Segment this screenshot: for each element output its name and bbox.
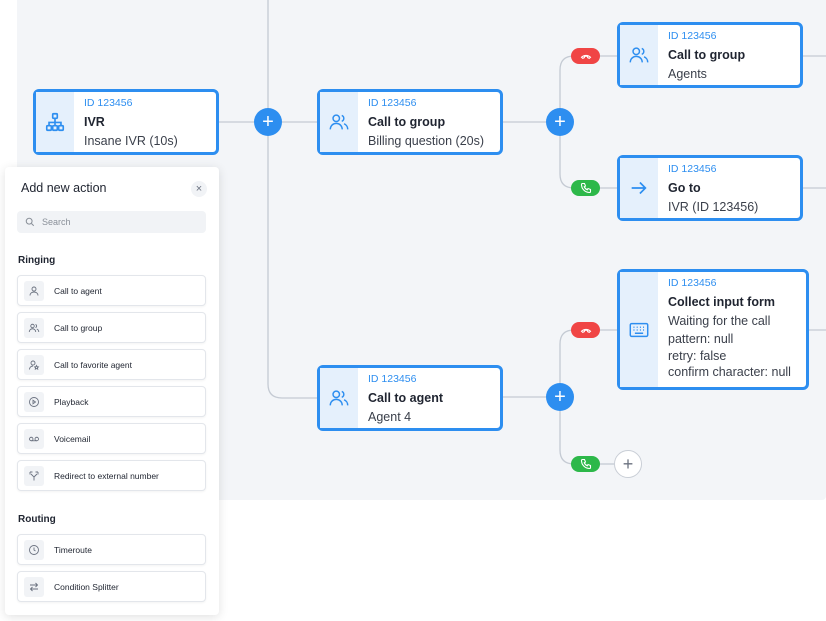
node-detail: retry: false [668,349,727,363]
phone-hangup-icon [580,328,591,334]
add-step-button[interactable]: + [546,383,574,411]
action-label: Call to group [54,322,103,333]
action-label: Condition Splitter [54,581,119,592]
node-id: ID 123456 [368,97,417,109]
node-detail: confirm character: null [668,365,791,379]
ivr-icon [36,92,74,152]
node-id: ID 123456 [84,97,133,109]
action-label: Timeroute [54,544,92,555]
add-step-button[interactable]: + [546,108,574,136]
action-call-to-group[interactable]: Call to group [17,312,206,343]
node-title: Call to group [368,115,446,129]
node-call-to-agent[interactable]: ID 123456 Call to agent Agent 4 [317,365,503,431]
call-answered-branch[interactable] [571,180,600,196]
action-call-to-favorite-agent[interactable]: Call to favorite agent [17,349,206,380]
keyboard-icon [620,272,658,387]
search-input[interactable] [40,216,204,228]
users-icon [24,317,44,338]
users-icon [320,92,358,152]
call-answered-branch[interactable] [571,456,600,472]
play-icon [24,391,44,412]
node-call-to-group-billing[interactable]: ID 123456 Call to group Billing question… [317,89,503,155]
action-label: Call to agent [54,285,102,296]
node-title: Collect input form [668,295,775,309]
search-icon [25,217,35,227]
action-condition-splitter[interactable]: Condition Splitter [17,571,206,602]
action-timeroute[interactable]: Timeroute [17,534,206,565]
action-label: Playback [54,396,89,407]
arrow-right-icon [620,158,658,218]
panel-title: Add new action [21,181,107,195]
node-call-to-group-agents[interactable]: ID 123456 Call to group Agents [617,22,803,88]
node-subtitle: Agent 4 [368,410,412,424]
node-id: ID 123456 [668,30,717,42]
add-step-button[interactable]: + [254,108,282,136]
node-title: Go to [668,181,701,195]
splitter-icon [24,576,44,597]
node-subtitle: Billing question (20s) [368,134,485,148]
call-declined-branch[interactable] [571,322,600,338]
node-subtitle: IVR (ID 123456) [668,200,759,214]
users-icon [320,368,358,428]
redirect-icon [24,465,44,486]
action-label: Call to favorite agent [54,359,132,370]
close-icon: × [195,183,203,195]
search-box[interactable] [17,211,206,233]
node-id: ID 123456 [668,277,717,289]
voicemail-icon [24,428,44,449]
node-title: Call to group [668,48,746,62]
close-panel-button[interactable]: × [191,181,207,197]
action-voicemail[interactable]: Voicemail [17,423,206,454]
section-routing: Routing [18,514,56,525]
add-action-panel: Add new action × Ringing Call to agent C… [5,167,219,615]
add-empty-step-button[interactable]: + [614,450,642,478]
node-detail: pattern: null [668,332,734,346]
users-icon [620,25,658,85]
node-ivr[interactable]: ID 123456 IVR Insane IVR (10s) [33,89,219,155]
action-redirect-external-number[interactable]: Redirect to external number [17,460,206,491]
node-subtitle: Agents [668,67,707,81]
node-id: ID 123456 [668,163,717,175]
node-title: IVR [84,115,105,129]
clock-icon [24,539,44,560]
node-collect-input-form[interactable]: ID 123456 Collect input form Waiting for… [617,269,809,390]
action-label: Voicemail [54,433,91,444]
user-icon [24,280,44,301]
action-call-to-agent[interactable]: Call to agent [17,275,206,306]
section-ringing: Ringing [18,255,56,266]
phone-icon [580,458,591,470]
phone-icon [580,182,591,194]
node-id: ID 123456 [368,373,417,385]
action-label: Redirect to external number [54,470,159,481]
node-subtitle: Insane IVR (10s) [84,134,178,148]
node-detail: Waiting for the call [668,314,771,328]
node-go-to[interactable]: ID 123456 Go to IVR (ID 123456) [617,155,803,221]
favorite-agent-icon [24,354,44,375]
call-declined-branch[interactable] [571,48,600,64]
node-title: Call to agent [368,391,444,405]
phone-hangup-icon [580,54,591,60]
action-playback[interactable]: Playback [17,386,206,417]
